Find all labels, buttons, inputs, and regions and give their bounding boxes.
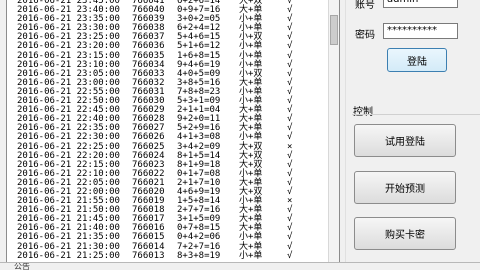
scrollbar-thumb[interactable]: [330, 15, 338, 45]
control-group-divider: [352, 114, 480, 115]
account-label: 账号: [355, 0, 375, 11]
buy-card-button[interactable]: 购买卡密: [354, 217, 456, 250]
login-button[interactable]: 登陆: [387, 48, 447, 72]
vertical-scrollbar[interactable]: [328, 0, 339, 263]
trial-login-button[interactable]: 试用登陆: [354, 124, 456, 157]
password-field[interactable]: **********: [383, 23, 458, 39]
result-rows: 2016-06-21 23:45:00 766041 6+2+6=14 大+双 √ 201…: [7, 0, 339, 261]
row-issue-id: 766013: [132, 250, 165, 261]
panel-separator: [345, 0, 346, 262]
row-result: 小+单: [239, 250, 263, 261]
row-time: 2016-06-21 21:25:00: [17, 250, 120, 261]
account-field[interactable]: admin: [383, 0, 458, 8]
list-item[interactable]: 2016-06-21 21:25:00 766013 8+3+8=19 小+单 √: [7, 250, 339, 261]
row-mark: √: [287, 250, 293, 261]
start-predict-button[interactable]: 开始预测: [354, 171, 456, 204]
control-group-title: 控制: [353, 107, 373, 118]
password-label: 密码: [355, 30, 375, 41]
row-expression: 8+3+8=19: [177, 250, 221, 261]
result-listbox[interactable]: 2016-06-21 23:45:00 766041 6+2+6=14 大+双 √ 201…: [6, 0, 340, 264]
